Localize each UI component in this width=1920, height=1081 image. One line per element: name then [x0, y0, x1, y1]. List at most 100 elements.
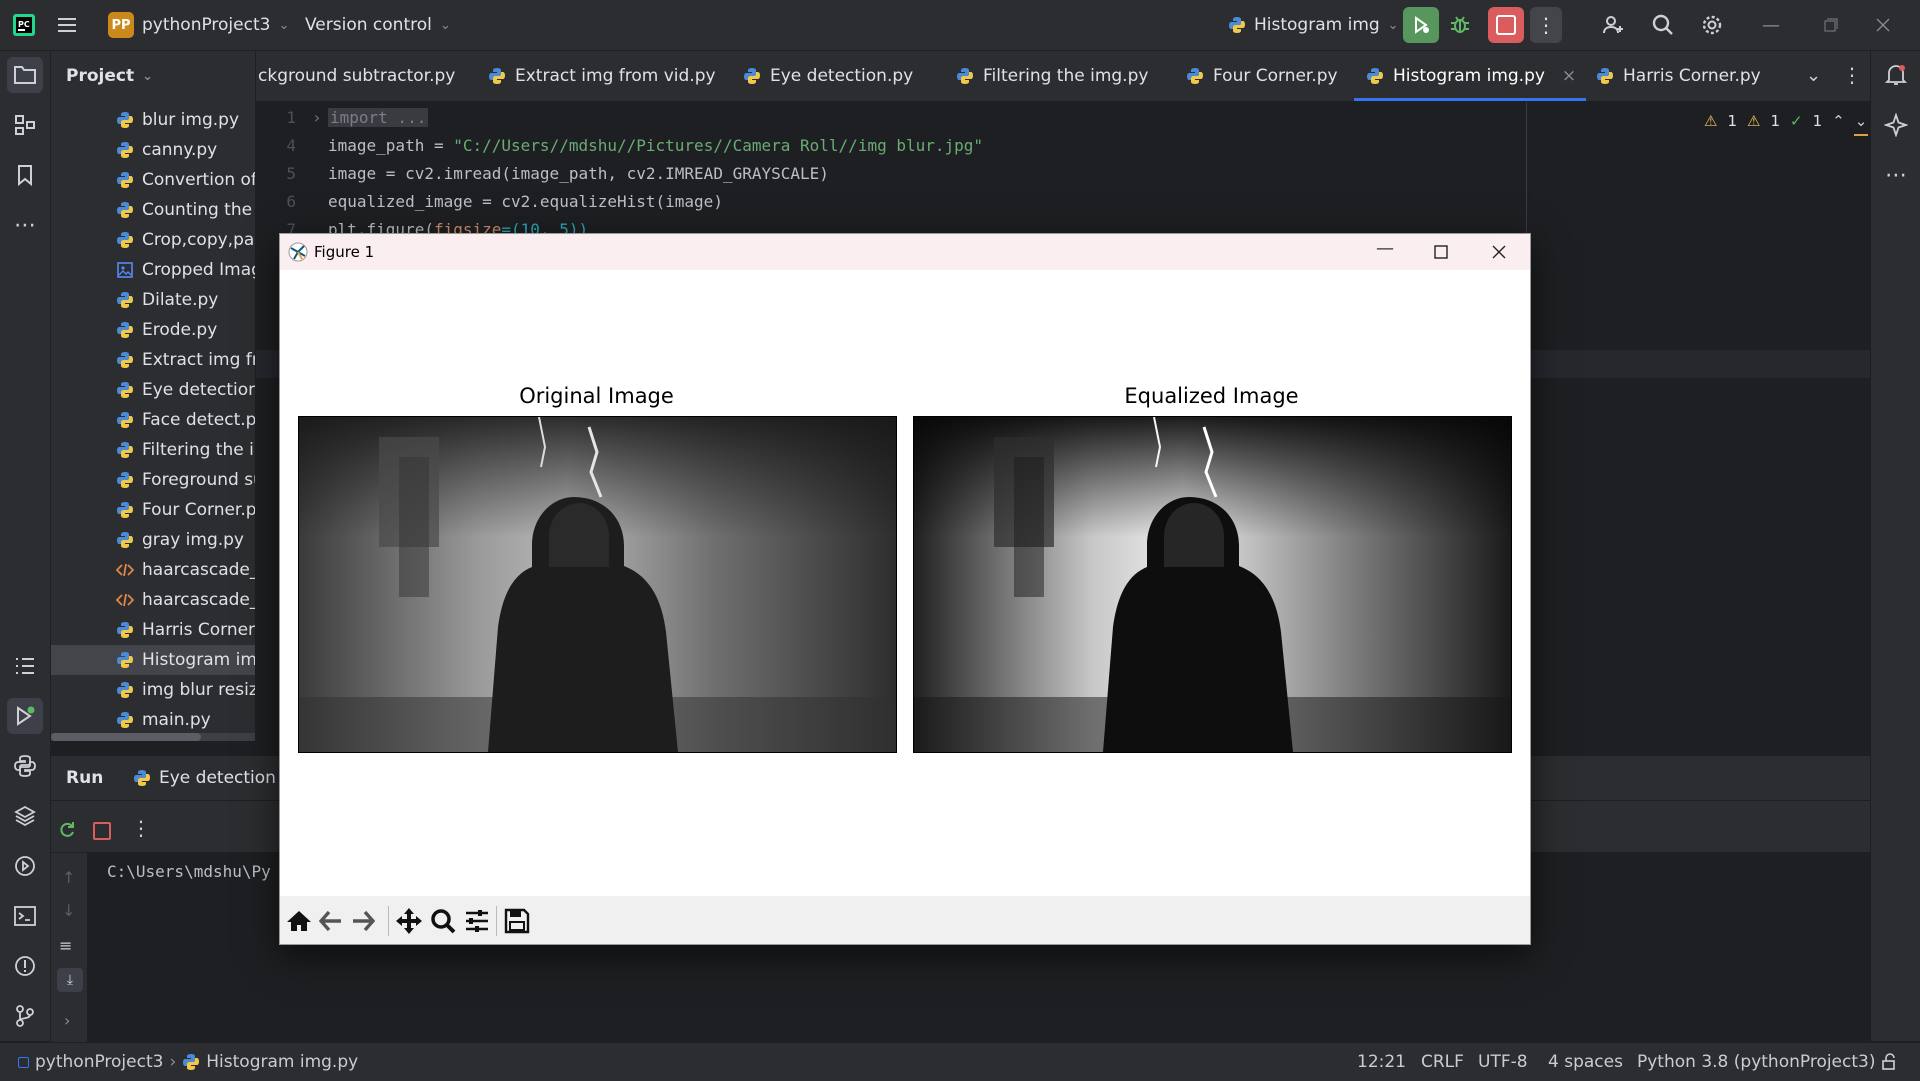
- project-tool-button[interactable]: [7, 57, 43, 93]
- minimize-window-button[interactable]: —: [1762, 0, 1780, 50]
- tree-item[interactable]: Filtering the im: [51, 435, 255, 465]
- figure-title-bar[interactable]: Figure 1 —: [280, 234, 1530, 270]
- tree-item[interactable]: Convertion of: [51, 165, 255, 195]
- notifications-button[interactable]: [1878, 57, 1914, 93]
- back-button[interactable]: [316, 906, 346, 936]
- figure-maximize-button[interactable]: [1434, 245, 1448, 259]
- folded-imports[interactable]: import ...: [328, 108, 429, 127]
- inspection-widget[interactable]: ⚠ 1 ⚠ 1 ✓ 1 ⌃ ⌄: [1704, 112, 1867, 130]
- tree-item[interactable]: Face detect.py: [51, 405, 255, 435]
- pycharm-logo-icon[interactable]: PC: [12, 0, 36, 50]
- interpreter-selector[interactable]: Python 3.8 (pythonProject3): [1637, 1043, 1875, 1081]
- editor-tab[interactable]: Four Corner.py: [1186, 51, 1338, 101]
- zoom-button[interactable]: [428, 906, 458, 936]
- tree-item[interactable]: Erode.py: [51, 315, 255, 345]
- editor-tab[interactable]: Histogram img.py ×: [1354, 51, 1587, 101]
- tree-item[interactable]: Histogram img: [51, 645, 255, 675]
- tree-item[interactable]: Foreground su: [51, 465, 255, 495]
- tabs-dropdown-button[interactable]: ⌄: [1806, 65, 1821, 86]
- run-config-selector[interactable]: Histogram img ⌄: [1228, 0, 1399, 50]
- expand-chevron-icon[interactable]: ›: [64, 1011, 70, 1030]
- editor-tab[interactable]: Harris Corner.py: [1596, 51, 1761, 101]
- tree-item[interactable]: haarcascade_fr: [51, 555, 255, 585]
- todo-tool-button[interactable]: [7, 648, 43, 684]
- stop-button[interactable]: [1488, 0, 1524, 50]
- layers-tool-button[interactable]: [7, 798, 43, 834]
- editor-tab[interactable]: Eye detection.py: [743, 51, 913, 101]
- tree-item[interactable]: img blur resize: [51, 675, 255, 705]
- chevron-up-icon[interactable]: ⌃: [1832, 112, 1845, 130]
- tree-item[interactable]: Crop,copy,pas: [51, 225, 255, 255]
- more-tools-button[interactable]: ⋯: [7, 207, 43, 243]
- search-button[interactable]: [1651, 0, 1675, 50]
- tree-item[interactable]: Cropped Image: [51, 255, 255, 285]
- home-button[interactable]: [284, 906, 314, 936]
- breadcrumb-file[interactable]: Histogram img.py: [206, 1052, 358, 1072]
- main-menu-icon[interactable]: [56, 0, 78, 50]
- pan-button[interactable]: [394, 906, 424, 936]
- restore-window-button[interactable]: [1824, 0, 1838, 50]
- tree-item[interactable]: Four Corner.py: [51, 495, 255, 525]
- save-figure-button[interactable]: [502, 906, 532, 936]
- indent-setting[interactable]: 4 spaces: [1548, 1043, 1623, 1081]
- figure-close-button[interactable]: [1492, 245, 1506, 259]
- breadcrumb-project[interactable]: pythonProject3: [35, 1052, 163, 1072]
- python-file-icon: [116, 471, 134, 489]
- terminal-tool-button[interactable]: [7, 898, 43, 934]
- figure-minimize-button[interactable]: —: [1376, 238, 1394, 259]
- project-switcher[interactable]: PP pythonProject3 ⌄: [108, 0, 289, 50]
- tree-item[interactable]: canny.py: [51, 135, 255, 165]
- tab-actions-button[interactable]: ⋮: [1842, 63, 1862, 87]
- ai-assistant-button[interactable]: [1878, 107, 1914, 143]
- figure-window: Figure 1 — Original Image Equalized Imag…: [279, 233, 1531, 945]
- rerun-run-button[interactable]: [57, 820, 77, 840]
- line-ending[interactable]: CRLF: [1421, 1043, 1464, 1081]
- editor-tab[interactable]: Extract img from vid.py: [488, 51, 716, 101]
- tree-item[interactable]: gray img.py: [51, 525, 255, 555]
- tree-item[interactable]: Dilate.py: [51, 285, 255, 315]
- bookmarks-tool-button[interactable]: [7, 157, 43, 193]
- scroll-up-icon[interactable]: ↑: [62, 868, 75, 887]
- more-actions-button[interactable]: ⋮: [1530, 0, 1562, 50]
- tree-item[interactable]: blur img.py: [51, 105, 255, 135]
- settings-button[interactable]: [1700, 0, 1724, 50]
- close-window-button[interactable]: [1876, 0, 1890, 50]
- python-packages-tool-button[interactable]: [7, 748, 43, 784]
- tree-item[interactable]: Extract img fro: [51, 345, 255, 375]
- services-tool-button[interactable]: [7, 848, 43, 884]
- tree-item[interactable]: Counting the f: [51, 195, 255, 225]
- caret-position[interactable]: 12:21: [1357, 1043, 1406, 1081]
- forward-button[interactable]: [348, 906, 378, 936]
- chevron-down-icon[interactable]: ⌄: [1855, 112, 1868, 130]
- version-control-menu[interactable]: Version control ⌄: [305, 0, 451, 50]
- run-options-button[interactable]: ⋮: [131, 816, 151, 840]
- configure-subplots-button[interactable]: [462, 906, 492, 936]
- run-tool-button[interactable]: [7, 698, 43, 734]
- debug-button[interactable]: [1448, 0, 1472, 50]
- stop-run-icon[interactable]: [93, 822, 111, 840]
- rerun-button[interactable]: [1403, 0, 1439, 50]
- fold-chevron-icon[interactable]: ›: [312, 108, 322, 127]
- add-user-button[interactable]: [1601, 0, 1625, 50]
- editor-tab[interactable]: Filtering the img.py: [956, 51, 1148, 101]
- editor-tab[interactable]: ckground subtractor.py: [256, 51, 455, 101]
- file-encoding[interactable]: UTF-8: [1478, 1043, 1528, 1081]
- more-right-tools-button[interactable]: ⋯: [1878, 157, 1914, 193]
- bug-icon: [1451, 16, 1469, 33]
- horizontal-scrollbar[interactable]: [51, 733, 255, 741]
- scroll-to-end-icon[interactable]: ⤓: [57, 968, 83, 992]
- run-config-tab[interactable]: Eye detection: [133, 756, 276, 800]
- close-tab-icon[interactable]: ×: [1562, 66, 1576, 86]
- scroll-down-icon[interactable]: ↓: [62, 901, 75, 920]
- structure-tool-button[interactable]: [7, 107, 43, 143]
- read-only-toggle[interactable]: [1880, 1043, 1898, 1081]
- soft-wrap-icon[interactable]: ≡: [59, 936, 72, 955]
- git-tool-button[interactable]: [7, 998, 43, 1034]
- problems-tool-button[interactable]: [7, 948, 43, 984]
- tree-item[interactable]: Eye detection.p: [51, 375, 255, 405]
- tree-item[interactable]: Harris Corner.p: [51, 615, 255, 645]
- project-panel-header[interactable]: Project ⌄: [66, 51, 153, 101]
- tree-item[interactable]: haarcascade_s: [51, 585, 255, 615]
- equalized-image: [913, 416, 1512, 753]
- tree-item[interactable]: main.py: [51, 705, 255, 735]
